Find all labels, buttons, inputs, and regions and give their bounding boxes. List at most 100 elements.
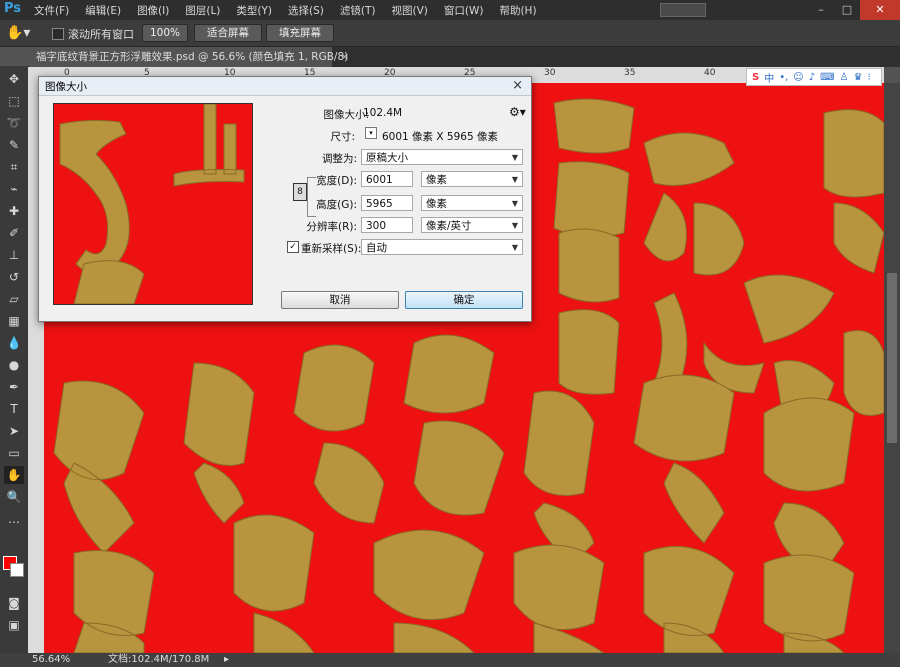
options-bar: ✋▾ 滚动所有窗口 100% 适合屏幕 填充屏幕 — [0, 20, 900, 47]
more-tools-icon[interactable]: … — [4, 510, 24, 528]
tab-close-icon[interactable]: × — [340, 47, 349, 67]
eyedropper-tool-icon[interactable]: ⌁ — [4, 180, 24, 198]
crop-tool-icon[interactable]: ⌗ — [4, 158, 24, 176]
dimensions-dropdown-icon[interactable]: ▾ — [365, 127, 377, 139]
dialog-title-bar[interactable]: 图像大小 × — [39, 77, 531, 96]
dialog-close-icon[interactable]: × — [512, 77, 523, 95]
shape-tool-icon[interactable]: ▭ — [4, 444, 24, 462]
zoom-100-button[interactable]: 100% — [142, 24, 188, 42]
dodge-tool-icon[interactable]: ● — [4, 356, 24, 374]
resolution-unit-value: 像素/英寸 — [426, 220, 472, 232]
resample-select[interactable]: 自动 ▼ — [361, 239, 523, 255]
resolution-label: 分辨率(R): — [306, 221, 357, 233]
menu-filter[interactable]: 滤镜(T) — [340, 3, 376, 18]
ime-emoji-icon[interactable]: ☺ — [793, 72, 803, 83]
height-input[interactable]: 5965 — [361, 195, 413, 211]
width-unit-select[interactable]: 像素 ▼ — [421, 171, 523, 187]
resample-checkbox[interactable]: ✓ — [287, 241, 299, 253]
scroll-all-windows-checkbox[interactable]: 滚动所有窗口 — [52, 26, 134, 42]
cancel-button[interactable]: 取消 — [281, 291, 399, 309]
healing-brush-tool-icon[interactable]: ✚ — [4, 202, 24, 220]
fit-to-value: 原稿大小 — [366, 152, 408, 164]
height-unit-value: 像素 — [426, 198, 447, 210]
background-color-swatch[interactable] — [10, 563, 24, 577]
chevron-down-icon: ▼ — [511, 243, 518, 252]
menu-help[interactable]: 帮助(H) — [499, 3, 536, 18]
eraser-tool-icon[interactable]: ▱ — [4, 290, 24, 308]
resolution-unit-select[interactable]: 像素/英寸 ▼ — [421, 217, 523, 233]
ime-toolbar: S 中 •, ☺ ♪ ⌨ ♙ ♛ ⁝ — [746, 68, 882, 86]
chevron-down-icon: ▼ — [511, 153, 518, 162]
type-tool-icon[interactable]: T — [4, 400, 24, 418]
document-tab-bar: 福字底纹背景正方形浮雕效果.psd @ 56.6% (颜色填充 1, RGB/8… — [28, 47, 900, 67]
fit-screen-button[interactable]: 适合屏幕 — [194, 24, 262, 42]
ruler-number: 35 — [624, 68, 636, 78]
status-menu-icon[interactable]: ▸ — [224, 653, 229, 667]
height-unit-select[interactable]: 像素 ▼ — [421, 195, 523, 211]
menu-window[interactable]: 窗口(W) — [444, 3, 484, 18]
checkbox-box[interactable] — [52, 28, 64, 40]
zoom-tool-icon[interactable]: 🔍 — [4, 488, 24, 506]
brush-tool-icon[interactable]: ✐ — [4, 224, 24, 242]
main-menu: 文件(F) 编辑(E) 图像(I) 图层(L) 类型(Y) 选择(S) 滤镜(T… — [34, 3, 553, 18]
vertical-scrollbar[interactable] — [884, 83, 900, 653]
image-size-value: 102.4M — [363, 107, 403, 119]
image-size-label: 图像大小: — [323, 109, 369, 121]
image-preview[interactable] — [53, 103, 253, 305]
ime-skin-icon[interactable]: ♛ — [854, 72, 863, 83]
menu-image[interactable]: 图像(I) — [137, 3, 169, 18]
close-icon[interactable]: ✕ — [860, 0, 900, 20]
document-tab[interactable]: 福字底纹背景正方形浮雕效果.psd @ 56.6% (颜色填充 1, RGB/8… — [28, 47, 348, 67]
workspace-switcher[interactable] — [660, 3, 706, 17]
ok-button[interactable]: 确定 — [405, 291, 523, 309]
width-unit-value: 像素 — [426, 174, 447, 186]
chevron-down-icon: ▼ — [511, 175, 518, 184]
ime-keyboard-icon[interactable]: ⌨ — [820, 72, 834, 83]
ime-menu-icon[interactable]: ⁝ — [867, 72, 870, 83]
quick-select-tool-icon[interactable]: ✎ — [4, 136, 24, 154]
marquee-tool-icon[interactable]: ⬚ — [4, 92, 24, 110]
menu-view[interactable]: 视图(V) — [391, 3, 427, 18]
ime-logo[interactable]: S — [752, 72, 759, 83]
pen-tool-icon[interactable]: ✒ — [4, 378, 24, 396]
menu-file[interactable]: 文件(F) — [34, 3, 69, 18]
scroll-all-windows-label: 滚动所有窗口 — [68, 28, 134, 41]
quick-mask-icon[interactable]: ◙ — [4, 594, 24, 612]
blur-tool-icon[interactable]: 💧 — [4, 334, 24, 352]
menu-edit[interactable]: 编辑(E) — [85, 3, 121, 18]
fit-to-select[interactable]: 原稿大小 ▼ — [361, 149, 523, 165]
dialog-title: 图像大小 — [45, 81, 87, 93]
document-size-info: 文档:102.4M/170.8M — [108, 654, 210, 665]
clone-stamp-tool-icon[interactable]: ⊥ — [4, 246, 24, 264]
dimensions-label: 尺寸: — [330, 131, 355, 143]
resample-value: 自动 — [366, 242, 387, 254]
scrollbar-thumb[interactable] — [887, 273, 897, 443]
move-tool-icon[interactable]: ✥ — [4, 70, 24, 88]
menu-type[interactable]: 类型(Y) — [236, 3, 272, 18]
screen-mode-icon[interactable]: ▣ — [4, 616, 24, 634]
settings-gear-icon[interactable]: ⚙▾ — [509, 105, 526, 119]
history-brush-tool-icon[interactable]: ↺ — [4, 268, 24, 286]
photoshop-logo: Ps — [4, 1, 22, 16]
hand-tool-icon[interactable]: ✋ — [4, 466, 24, 484]
ruler-number: 30 — [544, 68, 556, 78]
ime-user-icon[interactable]: ♙ — [840, 72, 849, 83]
resolution-input[interactable]: 300 — [361, 217, 413, 233]
ime-mode[interactable]: 中 — [764, 70, 774, 85]
width-input[interactable]: 6001 — [361, 171, 413, 187]
ime-mic-icon[interactable]: ♪ — [809, 72, 815, 83]
gradient-tool-icon[interactable]: ▦ — [4, 312, 24, 330]
fill-screen-button[interactable]: 填充屏幕 — [266, 24, 334, 42]
zoom-level[interactable]: 56.64% — [32, 653, 70, 667]
window-controls: – □ ✕ — [808, 0, 900, 20]
lasso-tool-icon[interactable]: ➰ — [4, 114, 24, 132]
status-bar: 56.64% 文档:102.4M/170.8M ▸ — [0, 653, 900, 667]
minimize-icon[interactable]: – — [808, 0, 834, 20]
menu-select[interactable]: 选择(S) — [288, 3, 324, 18]
ime-punct-icon[interactable]: •, — [779, 72, 788, 83]
maximize-icon[interactable]: □ — [834, 0, 860, 20]
menu-layer[interactable]: 图层(L) — [185, 3, 220, 18]
path-select-tool-icon[interactable]: ➤ — [4, 422, 24, 440]
tools-panel: ✥ ⬚ ➰ ✎ ⌗ ⌁ ✚ ✐ ⊥ ↺ ▱ ▦ 💧 ● ✒ T ➤ ▭ ✋ 🔍 … — [0, 66, 29, 667]
hand-tool-preset-icon[interactable]: ✋▾ — [6, 25, 30, 41]
